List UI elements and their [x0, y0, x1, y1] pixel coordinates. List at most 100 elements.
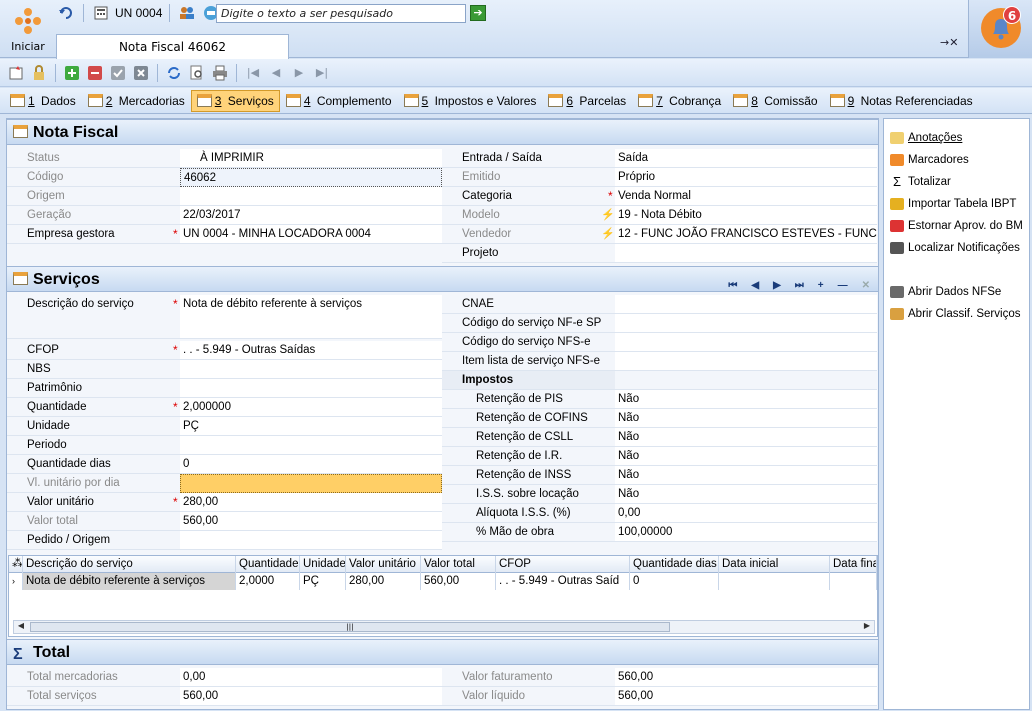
field-value[interactable]: 560,00 [180, 512, 442, 531]
tab-notas-referenciadas[interactable]: 9 Notas Referenciadas [824, 90, 979, 112]
field-value[interactable] [615, 295, 877, 314]
field-value[interactable] [180, 436, 442, 455]
field-value[interactable]: 0,00 [615, 504, 877, 523]
undo-icon[interactable] [56, 3, 76, 23]
sidebar-item-anota-es[interactable]: Anotações [890, 129, 962, 147]
tab-complemento[interactable]: 4 Complemento [280, 90, 398, 112]
sidebar-item-abrir-dados-nfse[interactable]: Abrir Dados NFSe [890, 283, 1001, 301]
field-value[interactable]: . . - 5.949 - Outras Saídas [180, 341, 442, 360]
field-label: % Mão de obra [442, 523, 615, 542]
field-value[interactable]: Próprio [615, 168, 877, 187]
tab-cobrança[interactable]: 7 Cobrança [632, 90, 727, 112]
field-value[interactable]: Não [615, 428, 877, 447]
cancel-icon[interactable] [131, 63, 151, 83]
column-header[interactable]: Quantidade dias [630, 556, 719, 573]
sidebar-item-marcadores[interactable]: Marcadores [890, 151, 969, 169]
field-value[interactable]: Nota de débito referente à serviços [180, 295, 442, 339]
print-icon[interactable] [210, 63, 230, 83]
tab-serviços[interactable]: 3 Serviços [190, 89, 280, 112]
sidebar-item-localizar-notifica-es[interactable]: Localizar Notificações [890, 239, 1020, 257]
field-value[interactable]: 0 [180, 455, 442, 474]
add-icon[interactable] [62, 63, 82, 83]
tab-mercadorias[interactable]: 2 Mercadorias [82, 90, 191, 112]
field-row: Retenção de I.R. Não [442, 447, 877, 466]
scrollbar-thumb[interactable]: ||| [30, 622, 670, 632]
prev-record-icon[interactable]: ◀ [266, 63, 286, 83]
column-header[interactable]: Valor total [421, 556, 496, 573]
column-header[interactable]: Data inicial [719, 556, 830, 573]
next-record-icon[interactable]: ▶ [289, 63, 309, 83]
unit-label[interactable]: UN 0004 [115, 6, 162, 20]
table-cell[interactable]: Nota de débito referente à serviços [23, 573, 236, 590]
field-value[interactable]: 19 - Nota Débito [615, 206, 877, 225]
tab-impostos-e-valores[interactable]: 5 Impostos e Valores [398, 90, 543, 112]
horizontal-scrollbar[interactable]: ◀ ||| ▶ [13, 620, 875, 634]
field-value[interactable]: À IMPRIMIR [180, 149, 442, 168]
field-value[interactable]: 100,00000 [615, 523, 877, 542]
sidebar-item-estornar-aprov-do-bm[interactable]: Estornar Aprov. do BM [890, 217, 1023, 235]
field-value[interactable]: Venda Normal [615, 187, 877, 206]
search-input[interactable]: Digite o texto a ser pesquisado [216, 4, 466, 23]
first-record-icon[interactable]: |◀ [243, 63, 263, 83]
field-value[interactable]: Não [615, 390, 877, 409]
table-cell[interactable]: 560,00 [421, 573, 496, 590]
column-header[interactable]: Valor unitário [346, 556, 421, 573]
close-tab-icon[interactable]: →✕ [940, 36, 958, 49]
field-value[interactable] [180, 379, 442, 398]
field-value[interactable]: PÇ [180, 417, 442, 436]
table-cell[interactable] [830, 573, 877, 590]
sidebar-item-importar-tabela-ibpt[interactable]: Importar Tabela IBPT [890, 195, 1016, 213]
lock-icon[interactable] [29, 63, 49, 83]
field-value[interactable] [615, 333, 877, 352]
tab-parcelas[interactable]: 6 Parcelas [542, 90, 632, 112]
tab-nota-fiscal[interactable]: Nota Fiscal 46062 [56, 34, 289, 59]
field-value[interactable] [615, 371, 877, 390]
field-value[interactable]: 12 - FUNC JOÃO FRANCISCO ESTEVES - FUNC … [615, 225, 877, 258]
field-value[interactable] [180, 187, 442, 206]
column-header[interactable]: CFOP [496, 556, 630, 573]
servicos-grid: ⁂ Descrição do serviço Quantidade Unidade Va… [8, 555, 878, 637]
field-value[interactable]: Não [615, 466, 877, 485]
table-cell[interactable] [719, 573, 830, 590]
field-value[interactable]: Não [615, 409, 877, 428]
field-value[interactable]: Não [615, 447, 877, 466]
column-header[interactable]: Quantidade [236, 556, 300, 573]
preview-icon[interactable] [187, 63, 207, 83]
remove-icon[interactable] [85, 63, 105, 83]
table-row[interactable]: › Nota de débito referente à serviços 2,00… [9, 573, 877, 590]
field-value[interactable] [615, 352, 877, 371]
field-value[interactable]: 22/03/2017 [180, 206, 442, 225]
field-value[interactable] [180, 531, 442, 550]
tab-dados[interactable]: 1 Dados [4, 90, 82, 112]
table-cell[interactable]: 2,0000 [236, 573, 300, 590]
calculator-icon[interactable] [91, 3, 111, 23]
field-value[interactable]: 46062 [180, 168, 442, 187]
field-value[interactable] [615, 244, 877, 263]
table-cell[interactable]: PÇ [300, 573, 346, 590]
confirm-icon[interactable] [108, 63, 128, 83]
field-value[interactable]: UN 0004 - MINHA LOCADORA 0004 [180, 225, 442, 244]
field-value[interactable]: Saída [615, 149, 877, 168]
notifications-button[interactable]: 6 [968, 0, 1032, 58]
sidebar-item-totalizar[interactable]: Σ Totalizar [890, 173, 951, 191]
column-header[interactable]: Descrição do serviço [23, 556, 236, 573]
tab-comissão[interactable]: 8 Comissão [727, 90, 823, 112]
last-record-icon[interactable]: ▶| [312, 63, 332, 83]
sidebar-item-abrir-classif-servi-os[interactable]: Abrir Classif. Serviços [890, 305, 1020, 323]
refresh-icon[interactable] [164, 63, 184, 83]
field-value[interactable] [180, 474, 442, 493]
field-value[interactable] [180, 360, 442, 379]
table-cell[interactable]: 280,00 [346, 573, 421, 590]
column-header[interactable]: Data fina [830, 556, 877, 573]
table-cell[interactable]: . . - 5.949 - Outras Saíd [496, 573, 630, 590]
table-cell[interactable]: 0 [630, 573, 719, 590]
field-value[interactable] [615, 314, 877, 333]
new-document-icon[interactable] [6, 63, 26, 83]
start-button[interactable]: Iniciar [0, 0, 56, 58]
field-value[interactable]: Não [615, 485, 877, 504]
users-icon[interactable] [177, 3, 197, 23]
field-value[interactable]: 2,000000 [180, 398, 442, 417]
column-header[interactable]: Unidade [300, 556, 346, 573]
field-value[interactable]: 280,00 [180, 493, 442, 512]
search-go-icon[interactable]: ➔ [470, 5, 486, 21]
